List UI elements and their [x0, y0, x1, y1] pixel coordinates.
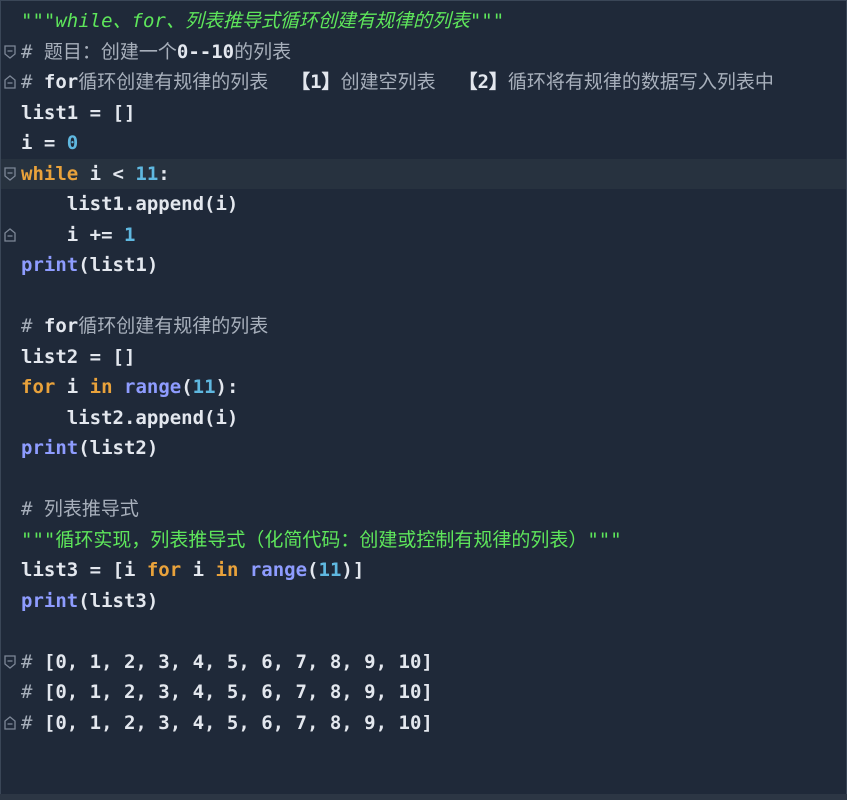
- code-line[interactable]: # 题目：创建一个0--10的列表: [0, 37, 847, 67]
- code-line[interactable]: print(list2): [0, 433, 847, 463]
- code-line-text: i += 1: [21, 223, 136, 246]
- code-line[interactable]: while i < 11:: [0, 158, 847, 189]
- code-line-text: # 题目：创建一个0--10的列表: [21, 40, 292, 63]
- fold-open-icon[interactable]: [3, 166, 17, 182]
- code-line[interactable]: """循环实现，列表推导式（化简代码：创建或控制有规律的列表）""": [0, 525, 847, 555]
- code-line-text: # [0, 1, 2, 3, 4, 5, 6, 7, 8, 9, 10]: [21, 650, 433, 673]
- code-line[interactable]: [0, 464, 847, 494]
- code-line[interactable]: [0, 281, 847, 311]
- code-line[interactable]: list1 = []: [0, 98, 847, 128]
- code-line[interactable]: list2.append(i): [0, 403, 847, 433]
- code-line-text: while i < 11:: [21, 162, 170, 185]
- code-line[interactable]: # for循环创建有规律的列表: [0, 311, 847, 341]
- fold-close-icon[interactable]: [3, 715, 17, 731]
- fold-close-icon[interactable]: [3, 74, 17, 90]
- code-line-text: i = 0: [21, 132, 79, 154]
- code-line-text: list3 = [i for i in range(11)]: [21, 559, 365, 581]
- code-line[interactable]: i = 0: [0, 128, 847, 158]
- code-line[interactable]: # 列表推导式: [0, 494, 847, 524]
- fold-open-icon[interactable]: [3, 654, 17, 670]
- code-line[interactable]: [0, 616, 847, 646]
- code-line[interactable]: # [0, 1, 2, 3, 4, 5, 6, 7, 8, 9, 10]: [0, 677, 847, 707]
- code-line-text: print(list1): [21, 254, 159, 276]
- code-line[interactable]: """while、for、列表推导式循环创建有规律的列表""": [0, 6, 847, 36]
- code-line-text: list1 = []: [21, 101, 136, 124]
- code-line[interactable]: list1.append(i): [0, 189, 847, 219]
- fold-close-icon[interactable]: [3, 227, 17, 243]
- code-line[interactable]: # for循环创建有规律的列表 【1】创建空列表 【2】循环将有规律的数据写入列…: [0, 67, 847, 97]
- code-line[interactable]: list2 = []: [0, 342, 847, 372]
- code-line[interactable]: list3 = [i for i in range(11)]: [0, 555, 847, 585]
- code-line-text: # for循环创建有规律的列表 【1】创建空列表 【2】循环将有规律的数据写入列…: [21, 71, 774, 93]
- code-line-text: """while、for、列表推导式循环创建有规律的列表""": [21, 10, 505, 32]
- code-line[interactable]: print(list3): [0, 586, 847, 616]
- code-line[interactable]: print(list1): [0, 250, 847, 280]
- horizontal-scrollbar[interactable]: [0, 794, 847, 800]
- code-line[interactable]: for i in range(11):: [0, 372, 847, 402]
- code-editor[interactable]: """while、for、列表推导式循环创建有规律的列表""" # 题目：创建一个…: [0, 0, 847, 800]
- code-line-text: # for循环创建有规律的列表: [21, 315, 269, 337]
- code-line-text: print(list2): [21, 437, 159, 459]
- code-line-text: # [0, 1, 2, 3, 4, 5, 6, 7, 8, 9, 10]: [21, 711, 433, 734]
- code-line-text: """循环实现，列表推导式（化简代码：创建或控制有规律的列表）""": [21, 528, 622, 551]
- code-line-text: for i in range(11):: [21, 376, 239, 398]
- fold-open-icon[interactable]: [3, 44, 17, 60]
- code-line-text: # [0, 1, 2, 3, 4, 5, 6, 7, 8, 9, 10]: [21, 681, 433, 703]
- code-line-text: # 列表推导式: [21, 498, 139, 520]
- code-line[interactable]: # [0, 1, 2, 3, 4, 5, 6, 7, 8, 9, 10]: [0, 708, 847, 738]
- code-line-text: list2.append(i): [21, 406, 239, 429]
- code-line-text: list1.append(i): [21, 193, 239, 215]
- code-line-text: print(list3): [21, 589, 159, 612]
- code-line-text: list2 = []: [21, 345, 136, 368]
- code-line[interactable]: i += 1: [0, 220, 847, 250]
- code-line[interactable]: # [0, 1, 2, 3, 4, 5, 6, 7, 8, 9, 10]: [0, 647, 847, 677]
